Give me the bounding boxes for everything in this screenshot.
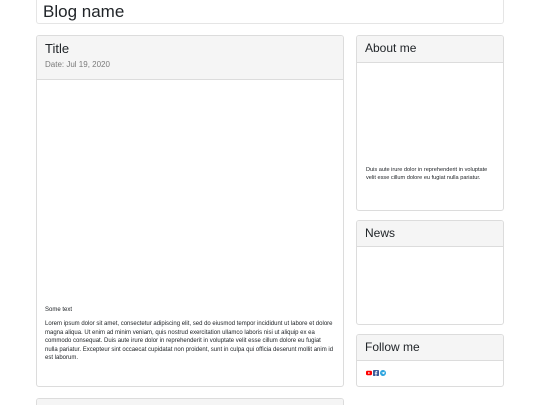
blog-header: Blog name [36,0,504,24]
facebook-icon[interactable] [373,370,379,376]
about-title: About me [365,41,417,55]
news-title: News [365,226,396,240]
about-card: About me Duis aute irure dolor in repreh… [356,35,504,211]
post-card-header: Title Date: Jul 19, 2020 [37,36,343,80]
post-date: Date: Jul 19, 2020 [45,60,110,69]
social-links [366,369,386,377]
blog-name[interactable]: Blog name [43,2,503,22]
next-post-card [36,398,344,405]
follow-title: Follow me [365,340,420,354]
post-body: Some text Lorem ipsum dolor sit amet, co… [45,306,335,363]
post-card: Title Date: Jul 19, 2020 Some text Lorem… [36,35,344,387]
post-title[interactable]: Title [45,41,335,57]
follow-card: Follow me [356,334,504,387]
news-card: News [356,220,504,325]
about-text: Duis aute irure dolor in reprehenderit i… [366,167,488,181]
next-post-card-header [37,399,343,405]
post-subtext: Some text [45,307,73,313]
telegram-icon[interactable] [380,370,386,376]
about-card-header: About me [357,36,503,63]
youtube-icon[interactable] [366,370,372,376]
news-card-header: News [357,221,503,247]
post-paragraph: Lorem ipsum dolor sit amet, consectetur … [45,321,334,362]
page: Blog name Title Date: Jul 19, 2020 Some … [0,0,540,405]
follow-card-header: Follow me [357,335,503,361]
